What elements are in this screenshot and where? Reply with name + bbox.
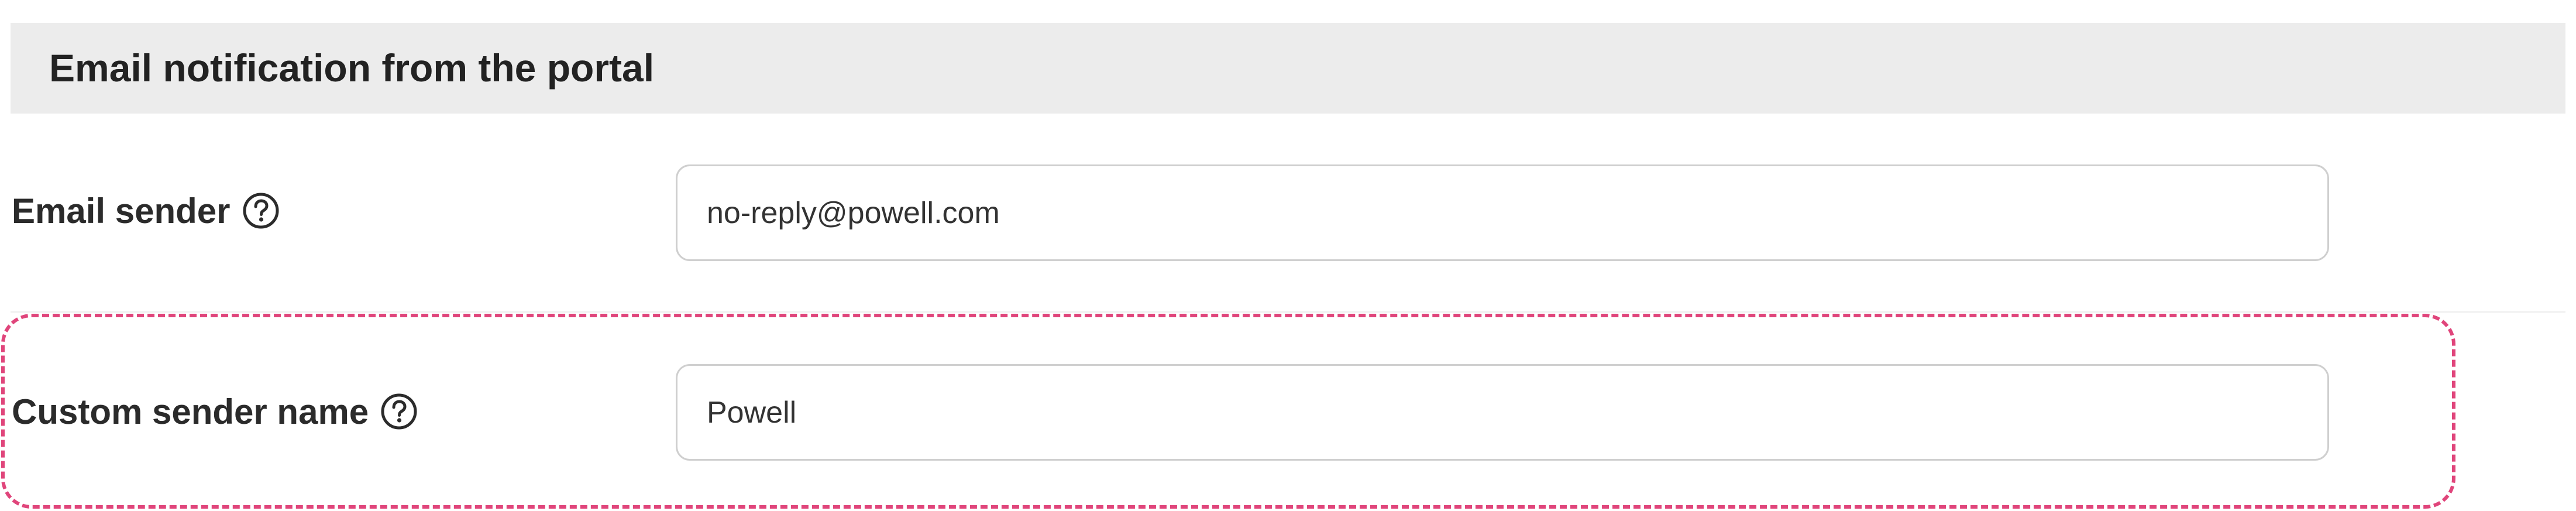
email-sender-label: Email sender: [12, 191, 231, 231]
question-circle-icon[interactable]: [242, 192, 280, 229]
question-circle-icon[interactable]: [380, 393, 418, 430]
custom-sender-name-label: Custom sender name: [12, 392, 369, 431]
row-divider: [11, 311, 2565, 313]
section-header: Email notification from the portal: [11, 23, 2565, 114]
email-sender-input[interactable]: [676, 164, 2329, 261]
email-sender-label-group: Email sender: [12, 184, 280, 237]
section-title: Email notification from the portal: [49, 46, 655, 90]
custom-sender-name-label-group: Custom sender name: [12, 385, 418, 438]
custom-sender-name-input[interactable]: [676, 364, 2329, 461]
